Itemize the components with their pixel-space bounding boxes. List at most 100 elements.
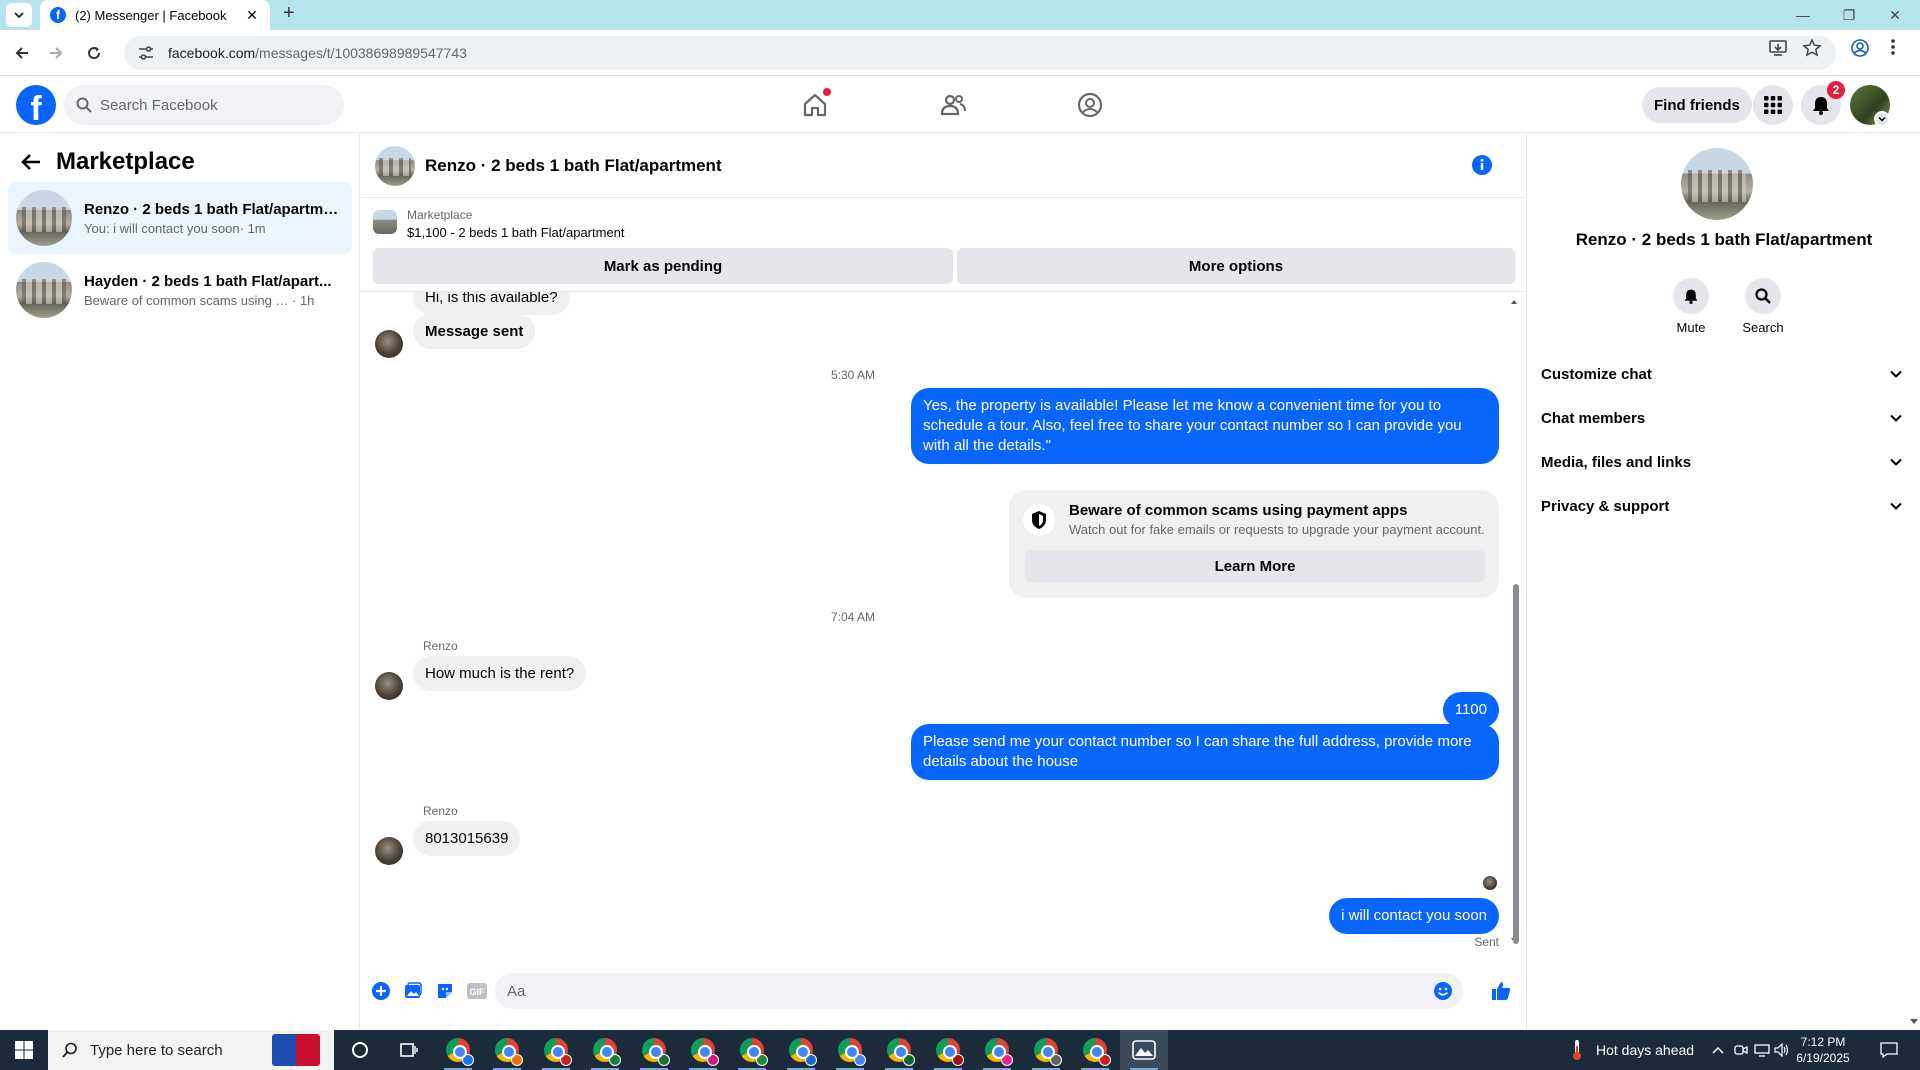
message-bubble-outgoing: i will contact you soon (1329, 898, 1499, 934)
conversation-item[interactable]: Renzo · 2 beds 1 bath Flat/apartme... Yo… (8, 182, 352, 254)
install-app-icon[interactable] (1768, 38, 1788, 58)
listing-price[interactable]: $1,100 - 2 beds 1 bath Flat/apartment (407, 225, 625, 240)
groups-nav[interactable] (1070, 85, 1110, 125)
conversation-avatar[interactable] (1681, 148, 1753, 220)
windows-taskbar: Type here to search Hot days ahead 7:12 … (0, 1030, 1920, 1070)
thermometer-icon (1573, 1040, 1581, 1060)
conversation-snippet: You: i will contact you soon (84, 220, 240, 236)
scroll-down-arrow-icon[interactable] (1909, 1016, 1919, 1026)
section-label: Media, files and links (1541, 453, 1692, 471)
site-settings-icon[interactable] (138, 46, 156, 60)
chrome-taskbar-icon[interactable] (728, 1030, 776, 1070)
message-line: schedule a tour. Also, feel free to shar… (923, 417, 1462, 434)
emoji-icon[interactable] (1433, 981, 1453, 1001)
account-chevron-icon[interactable] (1874, 111, 1890, 127)
meet-now-icon[interactable] (1734, 1030, 1748, 1070)
arrow-left-icon (15, 47, 28, 59)
weather-widget[interactable]: Hot days ahead (1570, 1030, 1694, 1070)
close-window-button[interactable]: ✕ (1872, 0, 1918, 30)
thumbs-up-icon[interactable] (1487, 977, 1515, 1005)
address-bar[interactable]: facebook.com/messages/t/1003869898954774… (124, 36, 1836, 70)
network-icon[interactable] (1754, 1030, 1770, 1070)
chrome-taskbar-icon[interactable] (483, 1030, 531, 1070)
start-button[interactable] (0, 1030, 48, 1070)
cortana-icon[interactable] (336, 1030, 384, 1070)
new-tab-button[interactable]: + (283, 2, 295, 25)
conversation-item[interactable]: Hayden · 2 beds 1 bath Flat/apart... Bew… (8, 254, 352, 326)
forward-button[interactable] (44, 41, 68, 65)
search-icon[interactable] (1745, 278, 1781, 314)
notification-center-icon[interactable] (1880, 1030, 1898, 1070)
restore-button[interactable]: ❐ (1826, 0, 1872, 30)
taskbar-search[interactable]: Type here to search (48, 1030, 334, 1070)
minimize-button[interactable]: — (1780, 0, 1826, 30)
groups-icon (1077, 92, 1103, 118)
photo-icon[interactable] (399, 977, 427, 1005)
chrome-taskbar-icon[interactable] (434, 1030, 482, 1070)
chrome-taskbar-icon[interactable] (532, 1030, 580, 1070)
media-files-links-section[interactable]: Media, files and links (1541, 442, 1907, 482)
friends-nav[interactable] (933, 85, 973, 125)
find-friends-button[interactable]: Find friends (1642, 87, 1752, 123)
gif-icon[interactable]: GIF (463, 977, 491, 1005)
conversation-info-panel: Renzo · 2 beds 1 bath Flat/apartment Mut… (1526, 134, 1920, 1030)
browser-tab-messenger[interactable]: f (2) Messenger | Facebook ✕ (40, 0, 270, 30)
message-input[interactable] (507, 982, 1407, 1000)
home-nav[interactable] (795, 85, 835, 125)
bell-icon[interactable] (1673, 278, 1709, 314)
arrow-right-icon (50, 47, 63, 59)
chat-members-section[interactable]: Chat members (1541, 398, 1907, 438)
more-actions-icon[interactable] (367, 977, 395, 1005)
more-options-button[interactable]: More options (957, 248, 1515, 284)
menu-button[interactable] (1753, 85, 1793, 125)
info-icon[interactable] (1471, 154, 1493, 176)
browser-menu-icon[interactable] (1890, 38, 1896, 56)
facebook-search[interactable] (64, 85, 344, 125)
scrollbar-thumb[interactable] (1513, 584, 1519, 944)
chrome-taskbar-icon[interactable] (777, 1030, 825, 1070)
sticker-icon[interactable] (431, 977, 459, 1005)
chrome-taskbar-icon[interactable] (924, 1030, 972, 1070)
message-input-wrapper[interactable] (495, 973, 1463, 1009)
search-action[interactable]: Search (1733, 278, 1793, 335)
chrome-taskbar-icon[interactable] (679, 1030, 727, 1070)
show-hidden-icons[interactable] (1712, 1030, 1724, 1070)
chrome-taskbar-icon[interactable] (1022, 1030, 1070, 1070)
chat-title[interactable]: Renzo · 2 beds 1 bath Flat/apartment (425, 156, 722, 176)
notifications-button[interactable]: 2 (1801, 81, 1845, 125)
chevron-down-icon (1890, 414, 1902, 422)
facebook-search-input[interactable] (100, 96, 320, 114)
notification-dot (823, 88, 831, 96)
reload-button[interactable] (82, 41, 106, 65)
tab-search-button[interactable] (6, 3, 32, 27)
chrome-taskbar-icon[interactable] (1071, 1030, 1119, 1070)
customize-chat-section[interactable]: Customize chat (1541, 354, 1907, 394)
back-button[interactable] (10, 41, 34, 65)
chrome-taskbar-icon[interactable] (973, 1030, 1021, 1070)
conversation-time: · 1m (239, 220, 266, 236)
section-label: Chat members (1541, 409, 1646, 427)
sender-avatar[interactable] (375, 837, 403, 865)
chrome-taskbar-icon[interactable] (630, 1030, 678, 1070)
task-view-icon[interactable] (384, 1030, 432, 1070)
chrome-taskbar-icon[interactable] (875, 1030, 923, 1070)
photos-taskbar-icon[interactable] (1120, 1030, 1168, 1070)
chrome-taskbar-icon[interactable] (581, 1030, 629, 1070)
facebook-logo[interactable]: f (16, 85, 56, 125)
message-thread: Hi, is this available? Message sent 5:30… (361, 292, 1525, 950)
sidebar-title: Marketplace (56, 148, 195, 175)
tab-close-icon[interactable]: ✕ (244, 7, 260, 24)
learn-more-button[interactable]: Learn More (1025, 550, 1485, 582)
mark-as-pending-button[interactable]: Mark as pending (373, 248, 953, 284)
chevron-down-icon (1890, 502, 1902, 510)
bookmark-star-icon[interactable] (1802, 38, 1822, 58)
sender-avatar[interactable] (375, 672, 403, 700)
back-arrow-icon[interactable] (20, 152, 42, 172)
privacy-support-section[interactable]: Privacy & support (1541, 486, 1907, 526)
sender-avatar[interactable] (375, 330, 403, 358)
chat-thumbnail[interactable] (375, 145, 415, 186)
taskbar-clock[interactable]: 7:12 PM 6/19/2025 (1788, 1034, 1858, 1066)
chrome-taskbar-icon[interactable] (826, 1030, 874, 1070)
profile-icon[interactable] (1850, 38, 1870, 58)
mute-action[interactable]: Mute (1661, 278, 1721, 335)
